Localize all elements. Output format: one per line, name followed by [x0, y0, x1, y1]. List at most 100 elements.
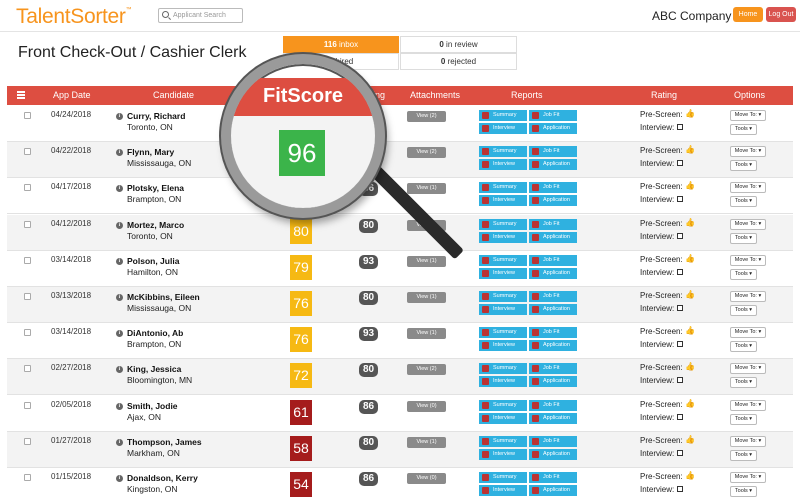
candidate-name[interactable]: Flynn, Mary	[127, 147, 174, 157]
row-checkbox[interactable]	[24, 184, 31, 192]
application-report-button[interactable]: Application	[529, 376, 577, 388]
tools-dropdown[interactable]: Tools ▾	[730, 268, 757, 280]
candidate-name[interactable]: Donaldson, Kerry	[127, 473, 198, 483]
candidate-name[interactable]: Thompson, James	[127, 437, 202, 447]
table-row[interactable]: 02/05/2018 i Smith, Jodie Ajax, ON 61 86…	[7, 396, 793, 432]
candidate-name[interactable]: Polson, Julia	[127, 256, 179, 266]
interview-checkbox[interactable]	[677, 377, 683, 384]
summary-report-button[interactable]: Summary	[479, 291, 527, 302]
row-checkbox[interactable]	[24, 293, 31, 300]
move-to-dropdown[interactable]: Move To: ▾	[730, 291, 766, 302]
interview-report-button[interactable]: Interview	[479, 376, 527, 388]
info-icon[interactable]: i	[116, 330, 123, 338]
info-icon[interactable]: i	[116, 366, 123, 374]
view-attachments-button[interactable]: View (1)	[407, 328, 446, 340]
summary-report-button[interactable]: Summary	[479, 110, 527, 121]
interview-report-button[interactable]: Interview	[479, 195, 527, 207]
application-report-button[interactable]: Application	[529, 340, 577, 352]
thumbs-up-icon[interactable]: 👍	[685, 290, 695, 299]
candidate-name[interactable]: Curry, Richard	[127, 111, 185, 121]
view-attachments-button[interactable]: View (1)	[407, 292, 446, 303]
application-report-button[interactable]: Application	[529, 231, 577, 243]
interview-checkbox[interactable]	[677, 413, 683, 420]
row-checkbox[interactable]	[24, 256, 31, 264]
info-icon[interactable]: i	[116, 113, 123, 120]
summary-report-button[interactable]: Summary	[479, 363, 527, 375]
move-to-dropdown[interactable]: Move To: ▾	[730, 182, 766, 194]
info-icon[interactable]: i	[116, 149, 123, 157]
thumbs-up-icon[interactable]: 👍	[685, 254, 695, 263]
logo[interactable]: TalentSorter™	[16, 5, 132, 29]
candidate-name[interactable]: DiAntonio, Ab	[127, 328, 183, 338]
menu-icon[interactable]	[17, 91, 27, 99]
table-row[interactable]: 02/27/2018 i King, Jessica Bloomington, …	[7, 359, 793, 396]
thumbs-up-icon[interactable]: 👍	[685, 399, 695, 408]
summary-report-button[interactable]: Summary	[479, 218, 527, 230]
row-checkbox[interactable]	[24, 220, 31, 228]
view-attachments-button[interactable]: View (1)	[407, 255, 446, 267]
interview-report-button[interactable]: Interview	[479, 448, 527, 460]
thumbs-up-icon[interactable]: 👍	[685, 362, 695, 371]
interview-report-button[interactable]: Interview	[479, 485, 527, 496]
thumbs-up-icon[interactable]: 👍	[685, 471, 695, 480]
info-icon[interactable]: i	[116, 402, 123, 410]
application-report-button[interactable]: Application	[529, 159, 577, 171]
move-to-dropdown[interactable]: Move To: ▾	[730, 435, 766, 447]
application-report-button[interactable]: Application	[529, 195, 577, 207]
summary-report-button[interactable]: Summary	[479, 435, 527, 447]
tools-dropdown[interactable]: Tools ▾	[730, 449, 757, 461]
search-input[interactable]: Applicant Search	[158, 8, 243, 23]
thumbs-up-icon[interactable]: 👍	[685, 109, 695, 118]
tools-dropdown[interactable]: Tools ▾	[730, 124, 757, 135]
interview-checkbox[interactable]	[677, 196, 683, 203]
column-app-date[interactable]: App Date	[53, 90, 91, 100]
tools-dropdown[interactable]: Tools ▾	[730, 341, 757, 353]
application-report-button[interactable]: Application	[529, 485, 577, 496]
interview-report-button[interactable]: Interview	[479, 231, 527, 243]
summary-report-button[interactable]: Summary	[479, 399, 527, 411]
candidate-name[interactable]: McKibbins, Eileen	[127, 292, 200, 302]
row-checkbox[interactable]	[24, 112, 31, 119]
job-fit-report-button[interactable]: Job Fit	[529, 254, 577, 266]
thumbs-up-icon[interactable]: 👍	[685, 218, 695, 227]
move-to-dropdown[interactable]: Move To: ▾	[730, 472, 766, 483]
row-checkbox[interactable]	[24, 437, 31, 445]
interview-checkbox[interactable]	[677, 486, 683, 492]
move-to-dropdown[interactable]: Move To: ▾	[730, 110, 766, 121]
tools-dropdown[interactable]: Tools ▾	[730, 377, 757, 389]
rejected-tab[interactable]: 0 rejected	[400, 53, 517, 70]
summary-report-button[interactable]: Summary	[479, 472, 527, 483]
job-fit-report-button[interactable]: Job Fit	[529, 182, 577, 194]
move-to-dropdown[interactable]: Move To: ▾	[730, 399, 766, 411]
row-checkbox[interactable]	[24, 474, 31, 481]
view-attachments-button[interactable]: View (2)	[407, 111, 446, 122]
summary-report-button[interactable]: Summary	[479, 146, 527, 158]
interview-report-button[interactable]: Interview	[479, 340, 527, 352]
info-icon[interactable]: i	[116, 438, 123, 446]
job-fit-report-button[interactable]: Job Fit	[529, 363, 577, 375]
interview-report-button[interactable]: Interview	[479, 304, 527, 315]
move-to-dropdown[interactable]: Move To: ▾	[730, 254, 766, 266]
application-report-button[interactable]: Application	[529, 267, 577, 279]
column-candidate[interactable]: Candidate	[153, 90, 194, 100]
candidate-name[interactable]: King, Jessica	[127, 364, 181, 374]
interview-checkbox[interactable]	[677, 160, 683, 167]
in-review-tab[interactable]: 0 in review	[400, 36, 517, 53]
summary-report-button[interactable]: Summary	[479, 254, 527, 266]
job-fit-report-button[interactable]: Job Fit	[529, 218, 577, 230]
move-to-dropdown[interactable]: Move To: ▾	[730, 363, 766, 375]
table-row[interactable]: 03/14/2018 i DiAntonio, Ab Brampton, ON …	[7, 323, 793, 360]
interview-report-button[interactable]: Interview	[479, 159, 527, 171]
view-attachments-button[interactable]: View (2)	[407, 364, 446, 376]
interview-report-button[interactable]: Interview	[479, 412, 527, 424]
tools-dropdown[interactable]: Tools ▾	[730, 486, 757, 497]
info-icon[interactable]: i	[116, 294, 123, 301]
move-to-dropdown[interactable]: Move To: ▾	[730, 146, 766, 158]
view-attachments-button[interactable]: View (1)	[407, 436, 446, 448]
table-row[interactable]: 04/22/2018 i Flynn, Mary Mississauga, ON…	[7, 142, 793, 179]
interview-report-button[interactable]: Interview	[479, 267, 527, 279]
job-fit-report-button[interactable]: Job Fit	[529, 399, 577, 411]
tools-dropdown[interactable]: Tools ▾	[730, 413, 757, 425]
view-attachments-button[interactable]: View (0)	[407, 400, 446, 412]
job-fit-report-button[interactable]: Job Fit	[529, 435, 577, 447]
